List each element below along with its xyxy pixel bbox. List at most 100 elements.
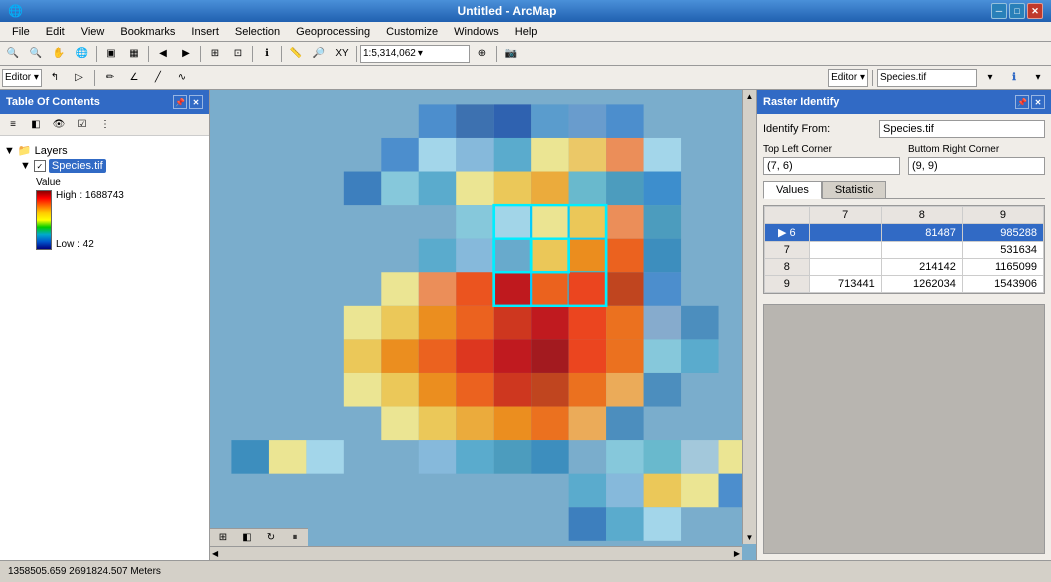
- cell-8-9: 1165099: [962, 259, 1043, 276]
- minimize-button[interactable]: ─: [991, 3, 1007, 19]
- scale-input[interactable]: 1:5,314,062 ▾: [360, 45, 470, 63]
- cell-9-7: 713441: [809, 276, 881, 293]
- modify-button[interactable]: ∠: [123, 68, 145, 88]
- zoom-full-button[interactable]: ⊞: [204, 44, 226, 64]
- menu-customize[interactable]: Customize: [378, 24, 446, 40]
- layers-group-header[interactable]: ▼ 📁 Layers: [4, 144, 205, 157]
- top-left-value: (7, 6): [763, 157, 900, 175]
- more-button[interactable]: ▾: [1027, 68, 1049, 88]
- row-header-9: 9: [765, 276, 810, 293]
- map-btn3[interactable]: ↻: [260, 528, 282, 548]
- map-btn2[interactable]: ◧: [236, 528, 258, 548]
- line-tool-button[interactable]: ╱: [147, 68, 169, 88]
- toc-source-view-button[interactable]: ◧: [25, 115, 47, 135]
- map-scrollbar-vertical[interactable]: ▲ ▼: [742, 90, 756, 544]
- select-button[interactable]: ▣: [100, 44, 122, 64]
- scroll-right-arrow[interactable]: ▶: [734, 549, 740, 558]
- info-button[interactable]: ℹ: [1003, 68, 1025, 88]
- forward-button[interactable]: ▶: [175, 44, 197, 64]
- corners-row: Top Left Corner (7, 6) Buttom Right Corn…: [763, 144, 1045, 175]
- separator8: [94, 70, 95, 86]
- layer-name[interactable]: Species.tif: [49, 159, 106, 173]
- menu-windows[interactable]: Windows: [446, 24, 507, 40]
- table-header-row: 7 8 9: [765, 207, 1044, 224]
- zoom-in-button[interactable]: 🔍: [2, 44, 24, 64]
- scroll-down-arrow[interactable]: ▼: [746, 533, 754, 542]
- layer-checkbox[interactable]: ✓: [34, 160, 46, 172]
- identify-button[interactable]: ℹ: [256, 44, 278, 64]
- expand-icon: ▼: [4, 145, 15, 157]
- map-btn4[interactable]: ⏸: [284, 528, 306, 548]
- species-dropdown[interactable]: Species.tif: [877, 69, 977, 87]
- status-bar: 1358505.659 2691824.507 Meters: [0, 560, 1051, 582]
- toc-visibility-button[interactable]: 👁: [48, 115, 70, 135]
- curve-tool-button[interactable]: ∿: [171, 68, 193, 88]
- raster-grey-area: [763, 304, 1045, 554]
- scale-tool-button[interactable]: ⊕: [471, 44, 493, 64]
- menu-insert[interactable]: Insert: [183, 24, 227, 40]
- menu-edit[interactable]: Edit: [38, 24, 73, 40]
- legend-gradient: [36, 190, 52, 250]
- menu-file[interactable]: File: [4, 24, 38, 40]
- cell-6-7: [809, 224, 881, 242]
- identify-from-label: Identify From:: [763, 123, 873, 135]
- scroll-up-arrow[interactable]: ▲: [746, 92, 754, 101]
- snapshot-button[interactable]: 📷: [500, 44, 522, 64]
- tab-values[interactable]: Values: [763, 181, 822, 199]
- sketch-tool-button[interactable]: ✏: [99, 68, 121, 88]
- title-bar: 🌐 Untitled - ArcMap ─ □ ✕: [0, 0, 1051, 22]
- raster-pin-button[interactable]: 📌: [1015, 95, 1029, 109]
- separator: [96, 46, 97, 62]
- zoom-out-button[interactable]: 🔍: [25, 44, 47, 64]
- find-button[interactable]: 🔎: [308, 44, 330, 64]
- editor-dropdown[interactable]: Editor ▾: [2, 69, 42, 87]
- folder-icon: 📁: [18, 144, 32, 157]
- menu-bookmarks[interactable]: Bookmarks: [112, 24, 183, 40]
- xy-button[interactable]: XY: [331, 44, 353, 64]
- coordinates-display: 1358505.659 2691824.507 Meters: [8, 566, 161, 577]
- edit-tool-button[interactable]: ↰: [44, 68, 66, 88]
- map-area[interactable]: ▲ ▼ ◀ ▶ ⊞ ◧ ↻ ⏸: [210, 90, 756, 560]
- map-bottom-toolbar: ⊞ ◧ ↻ ⏸: [210, 528, 308, 546]
- map-btn1[interactable]: ⊞: [212, 528, 234, 548]
- species-options-button[interactable]: ▾: [979, 68, 1001, 88]
- pan-button[interactable]: ✋: [48, 44, 70, 64]
- scroll-left-arrow[interactable]: ◀: [212, 549, 218, 558]
- cell-8-8: 214142: [881, 259, 962, 276]
- toc-selection-button[interactable]: ☑: [71, 115, 93, 135]
- select2-button[interactable]: ▦: [123, 44, 145, 64]
- toc-close-button[interactable]: ✕: [189, 95, 203, 109]
- menu-help[interactable]: Help: [507, 24, 546, 40]
- editor-dropdown2[interactable]: Editor ▾: [828, 69, 868, 87]
- raster-close-button[interactable]: ✕: [1031, 95, 1045, 109]
- app-logo: 🌐: [8, 4, 23, 18]
- data-table: 7 8 9 ▶ 6 81487 985288 7: [763, 205, 1045, 294]
- separator5: [281, 46, 282, 62]
- toc-options-button[interactable]: ⋮: [94, 115, 116, 135]
- cell-6-9: 985288: [962, 224, 1043, 242]
- menu-view[interactable]: View: [73, 24, 113, 40]
- top-left-label: Top Left Corner: [763, 144, 900, 155]
- tab-statistic[interactable]: Statistic: [822, 181, 887, 198]
- cell-6-8: 81487: [881, 224, 962, 242]
- measure-button[interactable]: 📏: [285, 44, 307, 64]
- globe-button[interactable]: 🌐: [71, 44, 93, 64]
- zoom-layer-button[interactable]: ⊡: [227, 44, 249, 64]
- menu-geoprocessing[interactable]: Geoprocessing: [288, 24, 378, 40]
- close-button[interactable]: ✕: [1027, 3, 1043, 19]
- col-header-0: [765, 207, 810, 224]
- maximize-button[interactable]: □: [1009, 3, 1025, 19]
- back-button[interactable]: ◀: [152, 44, 174, 64]
- map-canvas: [210, 90, 756, 560]
- species-layer-item[interactable]: ▼ ✓ Species.tif: [20, 157, 205, 175]
- identify-from-value[interactable]: Species.tif: [879, 120, 1045, 138]
- toc-pin-button[interactable]: 📌: [173, 95, 187, 109]
- separator4: [252, 46, 253, 62]
- toc-list-view-button[interactable]: ≡: [2, 115, 24, 135]
- legend-labels: High : 1688743 Low : 42: [56, 190, 124, 250]
- menu-selection[interactable]: Selection: [227, 24, 288, 40]
- edit-vertices-button[interactable]: ▷: [68, 68, 90, 88]
- separator7: [496, 46, 497, 62]
- raster-identify-panel: Raster Identify 📌 ✕ Identify From: Speci…: [756, 90, 1051, 560]
- map-scrollbar-horizontal[interactable]: ◀ ▶: [210, 546, 742, 560]
